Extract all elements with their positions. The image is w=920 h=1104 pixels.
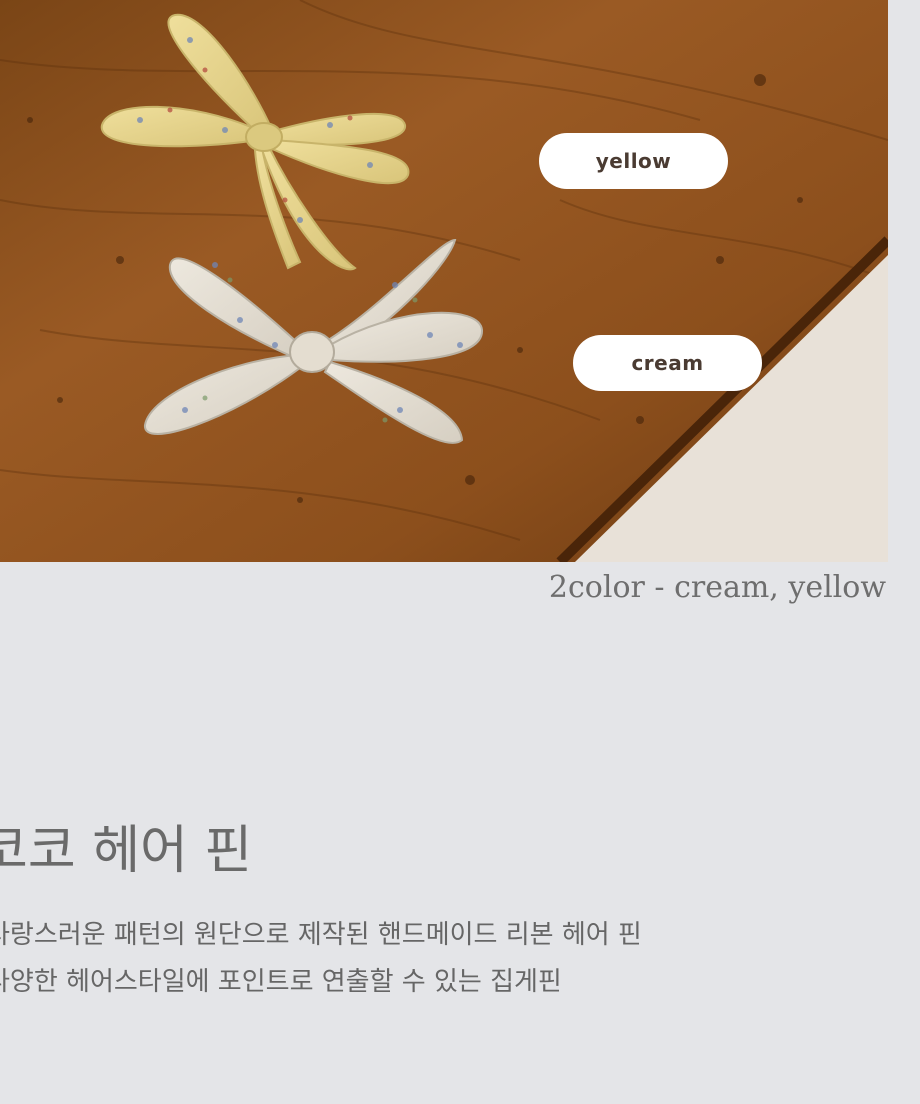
product-description-line-2: 다양한 헤어스타일에 포인트로 연출할 수 있는 집게핀: [0, 967, 562, 997]
color-tag-cream-label: cream: [631, 351, 704, 375]
product-detail-page: yellow cream 2color - cream, yellow 코코 헤…: [0, 0, 920, 1104]
color-tag-cream[interactable]: cream: [573, 335, 762, 391]
product-title: 코코 헤어 핀: [0, 821, 253, 881]
color-tag-yellow[interactable]: yellow: [539, 133, 728, 189]
color-tag-yellow-label: yellow: [595, 149, 672, 173]
color-caption: 2color - cream, yellow: [548, 570, 886, 605]
product-photo: [0, 0, 888, 562]
product-description-line-1: 사랑스러운 패턴의 원단으로 제작된 핸드메이드 리본 헤어 핀: [0, 920, 642, 950]
